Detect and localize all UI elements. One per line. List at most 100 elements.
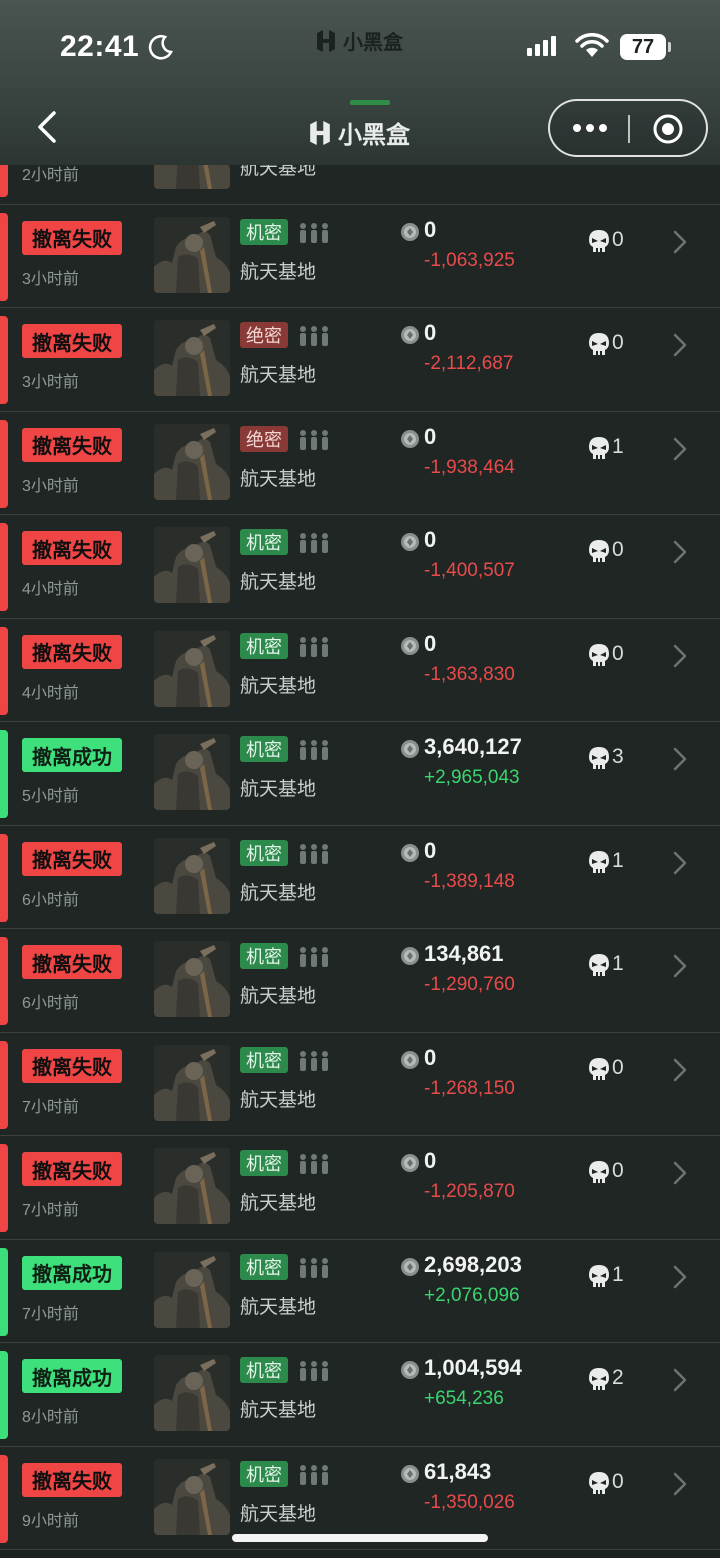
match-record[interactable]: 撤离失败 6小时前 机密 航天基地 0 -1,389,148 1 [0, 825, 720, 929]
operator-avatar [154, 630, 230, 707]
chevron-right-icon[interactable] [672, 1160, 688, 1186]
result-badge: 撤离失败 [22, 324, 122, 358]
difficulty-tag: 机密 [240, 632, 288, 659]
value-change: -1,938,464 [424, 456, 515, 478]
close-miniprogram-button[interactable] [652, 113, 684, 145]
time-ago: 3小时前 [22, 374, 79, 391]
skull-icon [589, 540, 609, 562]
chevron-right-icon[interactable] [672, 953, 688, 979]
result-strip [0, 1040, 8, 1129]
squad-icon [300, 1257, 328, 1278]
match-record[interactable]: 撤离失败 6小时前 机密 航天基地 134,861 -1,290,760 1 [0, 929, 720, 1033]
brand-logo-icon [310, 120, 330, 145]
chevron-right-icon[interactable] [672, 539, 688, 565]
more-options-button[interactable] [568, 111, 612, 145]
chevron-right-icon[interactable] [672, 1471, 688, 1497]
value-change: +654,236 [424, 1388, 504, 1409]
time-ago: 2小时前 [22, 167, 79, 184]
nav-title: 小黑盒 [308, 115, 410, 150]
match-record[interactable]: 撤离失败 7小时前 机密 航天基地 0 [0, 1136, 720, 1240]
match-record[interactable]: 撤离失败 7小时前 机密 航天基地 0 [0, 1032, 720, 1136]
value-change: -1,205,870 [424, 1181, 515, 1202]
skull-icon [589, 643, 609, 666]
squad-icon [300, 636, 328, 657]
match-record[interactable]: 撤离失败 3小时前 机密 航天基地 0 -1,063,925 0 [0, 204, 720, 308]
match-record[interactable]: 撤离失败 4小时前 机密 航天基地 0 [0, 618, 720, 722]
map-name: 航天基地 [240, 1400, 317, 1421]
skull-icon [589, 333, 609, 355]
coin-icon [401, 1361, 419, 1379]
result-strip [0, 626, 8, 715]
kill-count: 0 [612, 1159, 624, 1182]
squad-icon [300, 1464, 328, 1485]
time-ago: 7小时前 [22, 1305, 79, 1323]
squad-icon [300, 740, 328, 760]
match-record-list[interactable]: 2小时前 航天基地 -1,074,136 [0, 165, 720, 1558]
coin-icon [401, 636, 419, 655]
value-change: -1,063,925 [424, 249, 515, 271]
operator-avatar [154, 216, 230, 293]
result-badge: 撤离失败 [22, 634, 122, 669]
carried-value: 0 [424, 837, 437, 863]
chevron-right-icon[interactable] [672, 643, 688, 669]
result-badge: 撤离失败 [22, 1152, 122, 1186]
map-name: 航天基地 [240, 165, 317, 179]
coin-icon [401, 222, 419, 241]
result-badge: 撤离成功 [22, 1255, 122, 1290]
result-badge: 撤离失败 [22, 1462, 122, 1497]
chevron-right-icon[interactable] [672, 1057, 688, 1083]
coin-icon [401, 533, 419, 551]
difficulty-tag: 机密 [240, 1046, 288, 1073]
cellular-signal-icon [527, 36, 556, 56]
operator-avatar [154, 734, 230, 810]
time-ago: 5小时前 [22, 788, 79, 805]
skull-icon [589, 850, 609, 873]
chevron-right-icon[interactable] [672, 746, 688, 772]
operator-avatar [154, 165, 230, 189]
time-ago: 9小时前 [22, 1512, 79, 1530]
difficulty-tag: 机密 [240, 1253, 288, 1280]
carried-value: 0 [424, 320, 437, 345]
chevron-right-icon[interactable] [672, 436, 688, 462]
match-record[interactable]: 撤离成功 7小时前 机密 航天基地 2,698,203 +2,076,096 1 [0, 1239, 720, 1343]
skull-icon [589, 1368, 609, 1390]
chevron-right-icon[interactable] [672, 850, 688, 876]
result-strip [0, 1454, 8, 1543]
match-record[interactable]: 撤离成功 8小时前 机密 航天基地 1,004,594 +654,236 2 [0, 1343, 720, 1447]
skull-icon [589, 1161, 609, 1183]
squad-icon [300, 326, 328, 346]
value-change: +2,076,096 [424, 1284, 520, 1306]
carried-value: 0 [424, 630, 437, 656]
time-ago: 3小时前 [22, 270, 79, 288]
result-strip [0, 316, 8, 404]
map-name: 航天基地 [240, 1296, 317, 1318]
squad-icon [300, 222, 328, 243]
time-ago: 7小时前 [22, 1202, 79, 1219]
coin-icon [401, 1464, 419, 1483]
nav-bar: 小黑盒 [0, 95, 720, 165]
operator-avatar [154, 941, 230, 1017]
time-ago: 3小时前 [22, 477, 79, 495]
squad-icon [300, 1050, 328, 1071]
chevron-right-icon[interactable] [672, 229, 688, 255]
match-record[interactable]: 2小时前 航天基地 -1,074,136 [0, 165, 720, 205]
kill-count: 0 [612, 1469, 624, 1493]
capsule-divider [628, 115, 630, 143]
chevron-right-icon[interactable] [672, 1367, 688, 1393]
time-ago: 4小时前 [22, 581, 79, 598]
squad-icon [300, 1154, 328, 1174]
result-badge: 撤离失败 [22, 945, 122, 979]
map-name: 航天基地 [240, 572, 317, 593]
match-record[interactable]: 撤离失败 4小时前 机密 航天基地 0 [0, 515, 720, 619]
value-change: -1,363,830 [424, 663, 515, 685]
operator-avatar [154, 1355, 230, 1431]
chevron-right-icon[interactable] [672, 1264, 688, 1290]
value-change: -1,268,150 [424, 1077, 515, 1099]
chevron-right-icon[interactable] [672, 332, 688, 358]
match-record[interactable]: 撤离失败 3小时前 绝密 航天基地 0 [0, 411, 720, 515]
back-button[interactable] [30, 107, 70, 147]
match-record[interactable]: 撤离失败 3小时前 绝密 航天基地 0 [0, 308, 720, 412]
result-badge: 撤离成功 [22, 738, 122, 772]
kill-count: 1 [612, 434, 624, 458]
match-record[interactable]: 撤离成功 5小时前 机密 航天基地 3,640,127 +2,965,043 3 [0, 722, 720, 826]
